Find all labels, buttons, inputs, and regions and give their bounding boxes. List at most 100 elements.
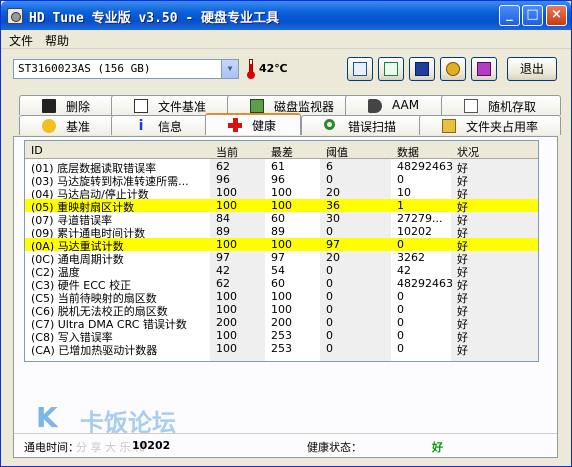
- drive-select[interactable]: ST3160023AS (156 GB) ▼: [13, 59, 239, 79]
- smart-table[interactable]: ID 当前 最差 阈值 数据 状况 (01) 底层数据读取错误率 62 61 6 482…: [24, 140, 539, 362]
- file-benchmark-icon: [134, 99, 148, 113]
- tab-disk-monitor[interactable]: 磁盘监视器: [227, 95, 353, 115]
- table-row[interactable]: (01) 底层数据读取错误率 62 61 6 48292463 好: [25, 160, 538, 175]
- col-threshold[interactable]: 阈值: [326, 144, 348, 160]
- table-row[interactable]: (C7) Ultra DMA CRC 错误计数 200 200 0 0 好: [25, 316, 538, 331]
- table-row[interactable]: (C2) 温度 42 54 0 42 好: [25, 264, 538, 279]
- table-row[interactable]: (C3) 硬件 ECC 校正 62 60 0 48292463 好: [25, 277, 538, 292]
- threshold-value: 0: [326, 277, 333, 290]
- table-row[interactable]: (C8) 写入错误率 100 253 0 0 好: [25, 329, 538, 344]
- random-access-icon: [464, 99, 478, 113]
- current-value: 100: [216, 303, 237, 316]
- chevron-down-icon[interactable]: ▼: [221, 60, 238, 78]
- copy-screenshot-button[interactable]: [378, 57, 404, 81]
- maximize-button[interactable]: □: [522, 5, 543, 26]
- health-status-label: 健康状态：: [307, 441, 362, 454]
- table-row[interactable]: (C5) 当前待映射的扇区数 100 100 0 0 好: [25, 290, 538, 305]
- drive-select-value: ST3160023AS (156 GB): [18, 62, 151, 75]
- threshold-value: 0: [326, 303, 333, 316]
- threshold-value: 20: [326, 186, 340, 199]
- status-value: 好: [457, 344, 468, 357]
- tab-error-scan[interactable]: 错误扫描: [301, 115, 427, 135]
- raw-data: 0: [397, 238, 404, 251]
- worst-value: 100: [271, 199, 292, 212]
- raw-data: 0: [397, 329, 404, 342]
- current-value: 100: [216, 329, 237, 342]
- raw-data: 1: [397, 199, 404, 212]
- tab-aam[interactable]: AAM: [345, 95, 449, 115]
- table-row[interactable]: (C6) 脱机无法校正的扇区数 100 100 0 0 好: [25, 303, 538, 318]
- save-button[interactable]: [409, 57, 435, 81]
- menu-file[interactable]: 文件: [9, 32, 33, 49]
- exit-button[interactable]: 退出: [507, 57, 557, 81]
- worst-value: 253: [271, 342, 292, 355]
- tab-folder-usage[interactable]: 文件夹占用率: [419, 115, 561, 135]
- search-icon: [324, 119, 335, 130]
- table-row[interactable]: (05) 重映射扇区计数 100 100 36 1 好: [25, 199, 538, 214]
- tab-health[interactable]: 健康: [205, 113, 301, 135]
- col-current[interactable]: 当前: [216, 144, 238, 160]
- table-row[interactable]: (03) 马达旋转到标准转速所需... 96 96 0 0 好: [25, 173, 538, 188]
- raw-data: 10: [397, 186, 411, 199]
- raw-data: 42: [397, 264, 411, 277]
- attribute-name: (CA) 已增加热驱动计数器: [31, 344, 158, 357]
- table-row[interactable]: (07) 寻道错误率 84 60 30 27279... 好: [25, 212, 538, 227]
- threshold-value: 6: [326, 160, 333, 173]
- floppy-disk-icon: [415, 62, 429, 76]
- tab-random-access[interactable]: 随机存取: [441, 95, 561, 115]
- toolbar: ST3160023AS (156 GB) ▼ 42℃ 退出: [1, 51, 571, 89]
- raw-data: 0: [397, 342, 404, 355]
- table-row[interactable]: (0C) 通电周期计数 97 97 20 3262 好: [25, 251, 538, 266]
- current-value: 62: [216, 277, 230, 290]
- table-header: ID 当前 最差 阈值 数据 状况: [25, 141, 538, 160]
- options-button[interactable]: [440, 57, 466, 81]
- raw-data: 0: [397, 303, 404, 316]
- table-row[interactable]: (0A) 马达重试计数 100 100 97 0 好: [25, 238, 538, 253]
- speaker-icon: [368, 99, 382, 113]
- worst-value: 60: [271, 212, 285, 225]
- raw-data: 27279...: [397, 212, 443, 225]
- worst-value: 100: [271, 238, 292, 251]
- title-bar[interactable]: HD Tune 专业版 v3.50 - 硬盘专业工具 _ □ ×: [1, 1, 571, 30]
- hdtune-app-icon: [7, 8, 23, 24]
- tab-file-benchmark[interactable]: 文件基准: [111, 95, 235, 115]
- threshold-value: 0: [326, 290, 333, 303]
- raw-data: 48292463: [397, 277, 453, 290]
- copy-icon: [353, 62, 367, 76]
- bulb-icon: [42, 119, 56, 133]
- minimize-button[interactable]: _: [499, 5, 520, 26]
- health-cross-icon: [228, 118, 242, 132]
- table-row[interactable]: (04) 马达启动/停止计数 100 100 20 10 好: [25, 186, 538, 201]
- current-value: 84: [216, 212, 230, 225]
- col-worst[interactable]: 最差: [271, 144, 293, 160]
- menu-bar: 文件 帮助: [1, 30, 571, 49]
- raw-data: 0: [397, 316, 404, 329]
- info-icon: i: [138, 118, 144, 134]
- menu-help[interactable]: 帮助: [45, 32, 69, 49]
- current-value: 100: [216, 186, 237, 199]
- health-status-value: 好: [432, 441, 443, 454]
- col-status[interactable]: 状况: [457, 144, 479, 160]
- close-button[interactable]: ×: [546, 5, 567, 26]
- app-window: HD Tune 专业版 v3.50 - 硬盘专业工具 _ □ × 文件 帮助 S…: [0, 0, 572, 467]
- thermometer-icon: [247, 59, 255, 79]
- threshold-value: 97: [326, 238, 340, 251]
- folder-icon: [442, 119, 456, 133]
- copy-text-button[interactable]: [347, 57, 373, 81]
- tab-info[interactable]: i 信息: [111, 115, 213, 135]
- threshold-value: 0: [326, 225, 333, 238]
- download-button[interactable]: [471, 57, 497, 81]
- table-row[interactable]: (CA) 已增加热驱动计数器 100 253 0 0 好: [25, 342, 538, 357]
- col-id[interactable]: ID: [31, 144, 43, 157]
- current-value: 200: [216, 316, 237, 329]
- threshold-value: 0: [326, 329, 333, 342]
- threshold-value: 0: [326, 264, 333, 277]
- tab-benchmark[interactable]: 基准: [19, 115, 119, 135]
- col-data[interactable]: 数据: [397, 144, 419, 160]
- worst-value: 200: [271, 316, 292, 329]
- current-value: 100: [216, 238, 237, 251]
- power-on-value: 10202: [132, 439, 171, 452]
- table-row[interactable]: (09) 累计通电时间计数 89 89 0 10202 好: [25, 225, 538, 240]
- tab-erase[interactable]: 删除: [19, 95, 119, 115]
- chart-icon: [250, 99, 264, 113]
